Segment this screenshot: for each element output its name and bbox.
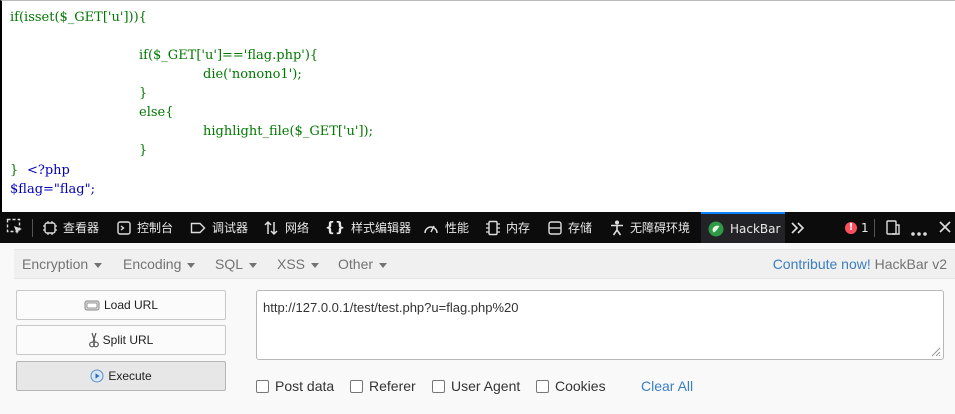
code-line-9: <?php [27,163,70,178]
option-label: Cookies [555,378,606,394]
hackbar-icon [708,221,724,236]
caret-down-icon [187,262,196,268]
memory-icon [486,220,500,235]
option-label: Referer [369,378,416,394]
resize-grip-icon[interactable] [929,345,941,357]
menu-encryption[interactable]: Encryption [22,250,103,278]
execute-button[interactable]: Execute [16,361,226,391]
button-label: Execute [108,369,152,383]
element-picker-icon[interactable] [6,218,24,239]
toolbar-separator [32,219,33,237]
devtools-toolbar: 查看器 控制台 调试器 网络 {} 样式编辑器 性能 内存 存储 无障碍环境 H… [0,212,955,243]
caret-down-icon [94,262,103,268]
inspector-icon [43,220,57,235]
tab-storage[interactable]: 存储 [548,212,592,243]
caret-down-icon [311,262,320,268]
responsive-design-icon[interactable] [886,220,900,238]
menu-label: Encoding [123,256,182,272]
tab-label: 调试器 [212,221,249,235]
cookies-checkbox[interactable] [536,379,549,393]
tab-debugger[interactable]: 调试器 [190,212,248,243]
post-data-option[interactable]: Post data [256,377,334,395]
url-textarea[interactable]: http://127.0.0.1/test/test.php?u=flag.ph… [256,290,944,360]
contribute-link[interactable]: Contribute now! [773,256,871,272]
tab-style-editor[interactable]: {} 样式编辑器 [325,212,411,243]
close-icon[interactable] [939,221,951,236]
menu-sql[interactable]: SQL [215,250,258,278]
caret-down-icon [379,262,388,268]
clear-all-link[interactable]: Clear All [641,377,693,395]
code-line-10: $flag="flag"; [10,182,95,197]
menu-label: Other [338,256,374,272]
option-label: User Agent [451,378,521,394]
hackbar-menubar: Encryption Encoding SQL XSS Other Contri… [14,249,955,279]
tab-label: 无障碍环境 [630,221,691,235]
style-editor-icon: {} [325,219,345,236]
tab-inspector[interactable]: 查看器 [43,212,99,243]
chevron-double-right-icon [791,221,805,234]
tab-performance[interactable]: 性能 [423,212,469,243]
code-line-6: highlight_file($_GET['u']); [203,124,373,139]
referer-checkbox[interactable] [350,379,363,393]
more-options-icon[interactable] [911,225,927,239]
tab-memory[interactable]: 内存 [486,212,530,243]
tab-accessibility[interactable]: 无障碍环境 [610,212,690,243]
tab-hackbar[interactable]: HackBar [701,212,785,243]
code-line-5: else{ [139,105,174,120]
source-code-view: if(isset($_GET['u'])){ if($_GET['u']=='f… [0,0,955,212]
user-agent-option[interactable]: User Agent [432,377,520,395]
tab-label: 控制台 [137,221,174,235]
tab-label: 网络 [285,221,310,235]
button-label: Split URL [102,333,154,347]
debugger-icon [190,222,206,233]
url-value: http://127.0.0.1/test/test.php?u=flag.ph… [263,300,519,315]
referer-option[interactable]: Referer [350,377,416,395]
contribute-area: Contribute now! HackBar v2 [773,250,947,278]
cookies-option[interactable]: Cookies [536,377,606,395]
tab-label: 查看器 [63,221,100,235]
menu-xss[interactable]: XSS [277,250,320,278]
tab-label: 样式编辑器 [350,221,411,235]
tab-network[interactable]: 网络 [263,212,309,243]
tab-label: 存储 [568,221,593,235]
error-count-badge[interactable]: ! 1 [845,212,869,243]
code-line-1: if(isset($_GET['u'])){ [10,10,147,25]
error-count: 1 [861,220,869,235]
menu-encoding[interactable]: Encoding [123,250,196,278]
tab-label: 性能 [445,221,470,235]
play-icon [90,369,104,383]
menu-label: SQL [215,256,244,272]
code-line-2: if($_GET['u']=='flag.php'){ [139,48,319,63]
code-line-8: } [10,163,19,178]
code-line-3: die('nonono1'); [203,67,302,82]
network-icon [264,220,278,235]
load-url-icon [84,300,100,311]
accessibility-icon [611,220,623,235]
caret-down-icon [249,262,258,268]
menu-other[interactable]: Other [338,250,388,278]
hackbar-version: HackBar v2 [874,256,947,272]
split-url-button[interactable]: Split URL [16,325,226,355]
error-icon: ! [845,221,857,234]
post-data-checkbox[interactable] [256,379,269,393]
storage-icon [548,220,562,235]
tab-console[interactable]: 控制台 [117,212,173,243]
button-label: Load URL [103,298,159,312]
toolbar-separator [874,219,875,237]
tab-label: HackBar [730,221,781,236]
console-icon [117,220,131,235]
more-tabs-button[interactable] [791,212,811,243]
menu-label: XSS [277,256,306,272]
code-line-4: } [139,86,148,101]
menu-label: Encryption [22,256,89,272]
tab-label: 内存 [506,221,531,235]
hackbar-panel: Encryption Encoding SQL XSS Other Contri… [0,243,955,414]
performance-icon [424,225,438,233]
user-agent-checkbox[interactable] [432,379,445,393]
scissors-icon [88,332,99,348]
load-url-button[interactable]: Load URL [16,290,226,320]
option-label: Post data [275,378,335,394]
code-line-7: } [139,143,148,158]
